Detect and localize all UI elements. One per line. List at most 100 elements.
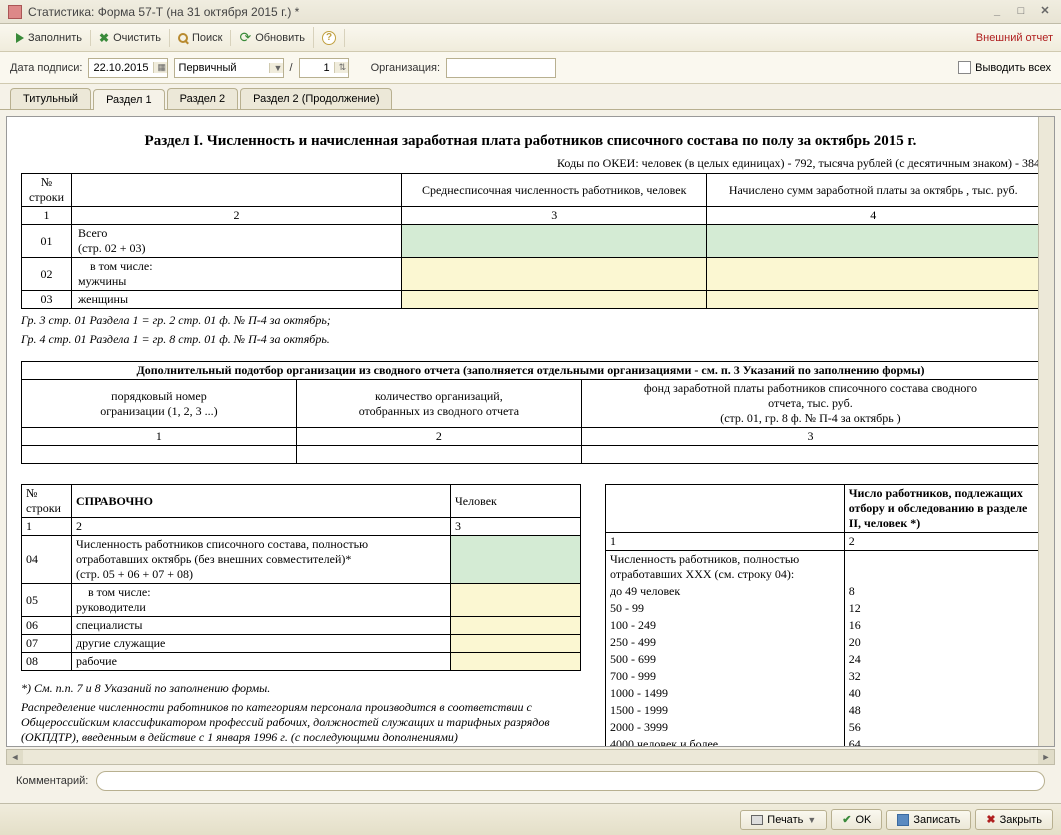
refresh-button[interactable]: ⟳ Обновить [231,27,314,48]
disk-icon [897,814,909,826]
scroll-left-icon[interactable]: ◄ [7,750,23,764]
input-cell[interactable] [707,258,1040,291]
check-icon: ✔ [842,813,851,826]
tab-title[interactable]: Титульный [10,88,91,109]
table-row: до 49 человек8 [606,583,1040,600]
search-icon [178,33,188,43]
input-cell[interactable] [451,584,581,617]
refresh-icon: ⟳ [239,29,251,46]
date-input[interactable]: 22.10.2015▦ [88,58,167,78]
table-sampling: Число работников, подлежащих отбору и об… [605,484,1040,747]
external-report-label: Внешний отчет [976,32,1053,44]
input-cell[interactable] [707,225,1040,258]
input-cell[interactable] [451,635,581,653]
toolbar: Заполнить ✖Очистить Поиск ⟳ Обновить ? Вн… [0,24,1061,52]
scroll-right-icon[interactable]: ► [1038,750,1054,764]
input-cell[interactable] [581,446,1039,464]
colnum-3: 3 [402,207,707,225]
table-row: 500 - 69924 [606,651,1040,668]
table-main: № строки Среднесписочная численность раб… [21,173,1040,309]
table-row: 01 Всего(стр. 02 + 03) [22,225,1040,258]
note-text: Гр. 4 стр. 01 Раздела 1 = гр. 8 стр. 01 … [21,332,1040,347]
num-value: 1 [300,62,334,74]
vertical-scrollbar[interactable] [1038,117,1054,746]
chevron-down-icon: ▼ [807,815,816,825]
input-cell[interactable] [451,617,581,635]
table-row: 2000 - 399956 [606,719,1040,736]
tab-section2[interactable]: Раздел 2 [167,88,239,109]
horizontal-scrollbar[interactable]: ◄ ► [6,749,1055,765]
footer: Печать▼ ✔OK Записать ✖Закрыть [0,803,1061,835]
table-row: 02 в том числе:мужчины [22,258,1040,291]
window-title: Статистика: Форма 57-Т (на 31 октября 20… [28,5,989,19]
clear-label: Очистить [113,32,161,44]
subselect-title: Дополнительный подотбор организации из с… [22,362,1040,380]
date-picker-icon[interactable]: ▦ [153,62,167,73]
app-icon [8,5,22,19]
maximize-button[interactable]: □ [1013,5,1029,19]
colnum-1: 1 [22,207,72,225]
input-cell[interactable] [451,536,581,584]
number-input[interactable]: 1⇅ [299,58,349,78]
table-row: 700 - 99932 [606,668,1040,685]
codes-line: Коды по ОКЕИ: человек (в целых единицах)… [21,156,1040,171]
search-button[interactable]: Поиск [170,30,231,46]
printer-icon [751,815,763,825]
search-label: Поиск [192,32,222,44]
note-text: Гр. 3 стр. 01 Раздела 1 = гр. 2 стр. 01 … [21,313,1040,328]
note-text: *) См. п.п. 7 и 8 Указаний по заполнению… [21,681,581,696]
input-cell[interactable] [402,291,707,309]
print-button[interactable]: Печать▼ [740,810,827,830]
date-value: 22.10.2015 [89,62,152,74]
comment-input[interactable] [96,771,1045,791]
table-row: 1500 - 199948 [606,702,1040,719]
input-cell[interactable] [707,291,1040,309]
save-button[interactable]: Записать [886,810,971,830]
input-cell[interactable] [451,653,581,671]
clear-button[interactable]: ✖Очистить [91,29,170,47]
type-select[interactable]: Первичный▼ [174,58,284,78]
fill-button[interactable]: Заполнить [8,30,91,46]
help-button[interactable]: ? [314,29,345,47]
input-cell[interactable] [402,225,707,258]
refresh-label: Обновить [255,32,305,44]
type-value: Первичный [175,62,269,74]
tab-section2-cont[interactable]: Раздел 2 (Продолжение) [240,88,392,109]
col-headcount: Среднесписочная численность работников, … [402,174,707,207]
table-row: 50 - 9912 [606,600,1040,617]
ok-button[interactable]: ✔OK [831,809,882,830]
note-text: Распределение численности работников по … [21,700,581,745]
chevron-down-icon[interactable]: ▼ [269,63,283,73]
table-row: 4000 человек и более64 [606,736,1040,747]
table-subselect: Дополнительный подотбор организации из с… [21,361,1040,464]
table-row: 03 женщины [22,291,1040,309]
table-row: 1000 - 149940 [606,685,1040,702]
close-button[interactable]: ✕ [1037,5,1053,19]
checkbox-icon [958,61,971,74]
minimize-button[interactable]: _ [989,5,1005,19]
fill-label: Заполнить [28,32,82,44]
filter-bar: Дата подписи: 22.10.2015▦ Первичный▼ / 1… [0,52,1061,84]
help-icon: ? [322,31,336,45]
close-icon: ✖ [986,813,995,826]
table-row: 05 в том числе:руководители [22,584,581,617]
show-all-checkbox[interactable]: Выводить всех [958,61,1051,74]
col-row-num: № строки [22,174,72,207]
col-salary: Начислено сумм заработной платы за октяб… [707,174,1040,207]
org-input[interactable] [446,58,556,78]
table-row: 100 - 24916 [606,617,1040,634]
tab-section1[interactable]: Раздел 1 [93,89,165,110]
close-button[interactable]: ✖Закрыть [975,809,1053,830]
document-area: Раздел I. Численность и начисленная зара… [6,116,1055,747]
tab-strip: Титульный Раздел 1 Раздел 2 Раздел 2 (Пр… [0,84,1061,110]
slash-label: / [290,62,293,74]
input-cell[interactable] [402,258,707,291]
colnum-4: 4 [707,207,1040,225]
stepper-icon[interactable]: ⇅ [334,62,348,73]
date-label: Дата подписи: [10,62,82,74]
table-row: 08рабочие [22,653,581,671]
table-reference: № строки СПРАВОЧНО Человек 1 2 3 04 Числ… [21,484,581,671]
input-cell[interactable] [22,446,297,464]
input-cell[interactable] [296,446,581,464]
org-label: Организация: [371,62,440,74]
